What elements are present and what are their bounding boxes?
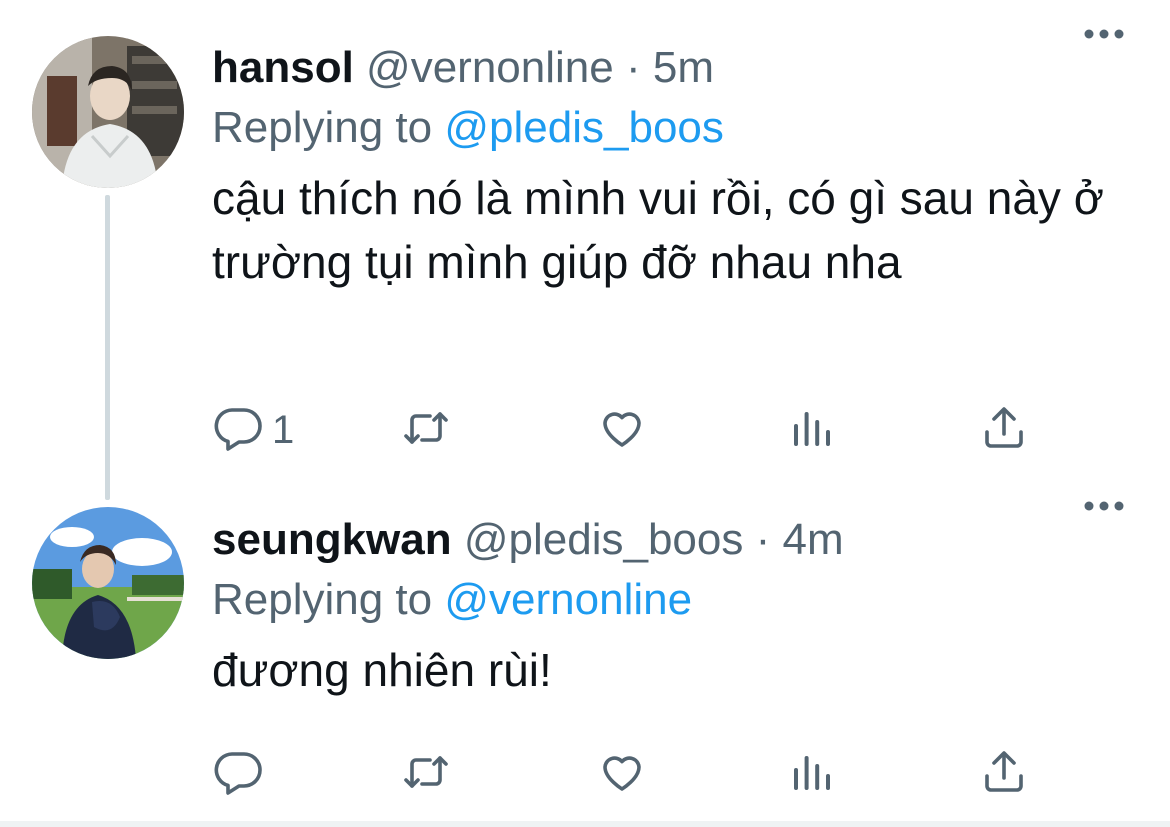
replying-to-mention[interactable]: @pledis_boos — [444, 103, 724, 152]
tweet-header: seungkwan @pledis_boos · 4m — [212, 510, 1130, 570]
like-button[interactable] — [598, 744, 646, 804]
separator-dot: · — [625, 43, 641, 92]
analytics-button[interactable] — [788, 744, 836, 804]
share-icon — [980, 748, 1028, 801]
share-icon — [980, 404, 1028, 457]
tweet-text: đương nhiên rùi! — [212, 644, 552, 696]
replying-to-line: Replying to @vernonline — [212, 570, 1130, 630]
reply-icon — [214, 748, 262, 801]
separator-dot: · — [755, 515, 771, 564]
display-name[interactable]: hansol — [212, 43, 354, 92]
timestamp[interactable]: 4m — [783, 515, 844, 564]
retweet-button[interactable] — [402, 400, 450, 460]
replying-to-mention[interactable]: @vernonline — [444, 575, 692, 624]
replying-to-line: Replying to @pledis_boos — [212, 98, 1130, 158]
timestamp[interactable]: 5m — [653, 43, 714, 92]
reply-count: 1 — [272, 407, 295, 452]
retweet-icon — [402, 748, 450, 801]
reply-button[interactable] — [214, 744, 272, 804]
like-icon — [598, 404, 646, 457]
replying-to-label: Replying to — [212, 103, 433, 152]
user-handle[interactable]: @pledis_boos — [464, 515, 744, 564]
retweet-button[interactable] — [402, 744, 450, 804]
reply-button[interactable]: 1 — [214, 400, 294, 460]
replying-to-label: Replying to — [212, 575, 433, 624]
tweet[interactable]: hansol @vernonline · 5m Replying to @ple… — [0, 0, 1170, 480]
retweet-icon — [402, 404, 450, 457]
more-icon[interactable] — [1074, 486, 1134, 526]
share-button[interactable] — [980, 400, 1028, 460]
display-name[interactable]: seungkwan — [212, 515, 452, 564]
tweet-header: hansol @vernonline · 5m — [212, 38, 1130, 98]
user-handle[interactable]: @vernonline — [366, 43, 614, 92]
avatar[interactable] — [32, 507, 184, 659]
tweet-text: cậu thích nó là mình vui rồi, có gì sau … — [212, 172, 1104, 288]
reply-icon — [214, 404, 262, 457]
analytics-icon — [788, 404, 836, 457]
share-button[interactable] — [980, 744, 1028, 804]
analytics-button[interactable] — [788, 400, 836, 460]
like-button[interactable] — [598, 400, 646, 460]
more-icon[interactable] — [1074, 14, 1134, 54]
like-icon — [598, 748, 646, 801]
action-bar: 1 — [212, 400, 1052, 460]
analytics-icon — [788, 748, 836, 801]
divider — [0, 821, 1170, 827]
tweet[interactable]: seungkwan @pledis_boos · 4m Replying to … — [0, 480, 1170, 827]
action-bar — [212, 744, 1052, 804]
avatar[interactable] — [32, 36, 184, 188]
